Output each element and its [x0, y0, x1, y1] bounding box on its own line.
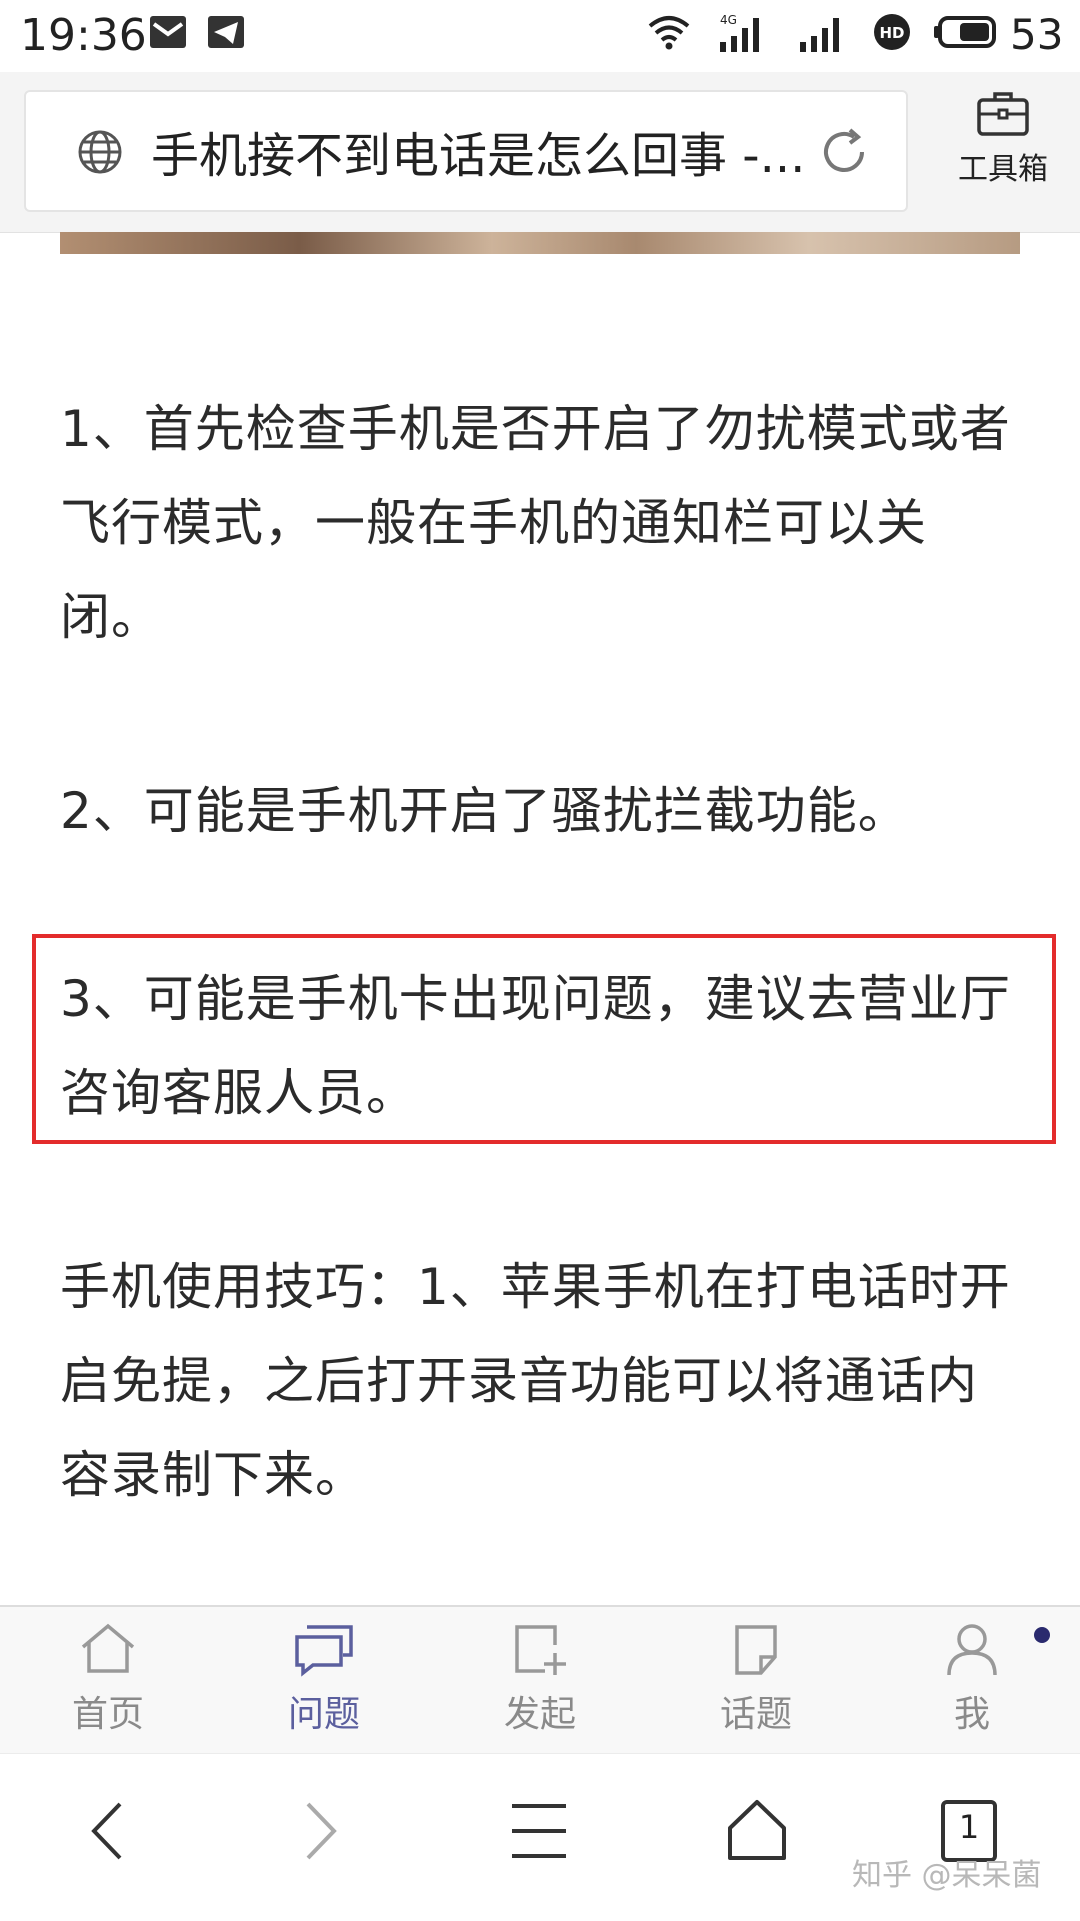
forward-icon[interactable]	[296, 1796, 346, 1870]
4g-signal-icon: 4G	[716, 12, 768, 58]
tab-questions[interactable]: 问题	[254, 1621, 394, 1737]
svg-text:HD: HD	[879, 24, 904, 42]
topic-icon	[725, 1625, 787, 1681]
tab-topics-label: 话题	[719, 1694, 792, 1735]
tab-home-label: 首页	[71, 1694, 144, 1735]
back-icon[interactable]	[82, 1796, 132, 1870]
svg-text:4G: 4G	[720, 13, 737, 27]
tab-count: 1	[958, 1808, 980, 1846]
article-paragraph-2: 2、可能是手机开启了骚扰拦截功能。	[60, 782, 909, 840]
article-image	[60, 232, 1020, 254]
question-chat-icon	[291, 1625, 357, 1681]
toolbox-icon	[975, 92, 1031, 142]
tab-bar: 首页 问题 发起 话题 我	[0, 1605, 1080, 1755]
compose-icon	[509, 1625, 571, 1681]
url-bar[interactable]: 手机接不到电话是怎么回事 -...	[24, 90, 908, 212]
tab-compose[interactable]: 发起	[470, 1621, 610, 1737]
page-title: 手机接不到电话是怎么回事 -...	[151, 128, 806, 184]
mail-icon	[148, 12, 188, 56]
status-bar: 19:36 4G HD 53	[0, 0, 1080, 72]
globe-icon	[76, 128, 124, 180]
browser-url-area: 手机接不到电话是怎么回事 -... 工具箱	[0, 72, 1080, 233]
profile-icon	[941, 1624, 1003, 1681]
refresh-icon[interactable]	[816, 124, 872, 184]
article-paragraph-3: 3、可能是手机卡出现问题，建议去营业厅咨询客服人员。	[60, 970, 1011, 1122]
browser-nav-bar: 1	[0, 1753, 1080, 1921]
battery-level: 53	[1010, 10, 1064, 59]
toolbox-label: 工具箱	[958, 152, 1048, 187]
article-paragraph-4: 手机使用技巧：1、苹果手机在打电话时开启免提，之后打开录音功能可以将通话内容录制…	[60, 1258, 1011, 1504]
tab-profile-label: 我	[953, 1694, 990, 1735]
tab-questions-label: 问题	[287, 1694, 360, 1735]
hd-icon: HD	[872, 12, 912, 56]
home-icon	[77, 1623, 139, 1681]
wifi-icon	[646, 12, 692, 56]
tab-topics[interactable]: 话题	[686, 1621, 826, 1737]
watermark: 知乎 @呆呆菌	[852, 1858, 1042, 1893]
telegram-icon	[206, 12, 246, 56]
battery-icon	[932, 12, 1002, 56]
notification-dot	[1034, 1627, 1050, 1643]
toolbox-button[interactable]: 工具箱	[948, 88, 1058, 188]
signal-icon	[796, 12, 846, 58]
status-time: 19:36	[20, 10, 147, 61]
tab-profile[interactable]: 我	[902, 1621, 1042, 1737]
tab-compose-label: 发起	[503, 1694, 576, 1735]
tab-home[interactable]: 首页	[38, 1621, 178, 1737]
article-paragraph-1: 1、首先检查手机是否开启了勿扰模式或者飞行模式，一般在手机的通知栏可以关闭。	[60, 400, 1011, 646]
browser-home-icon[interactable]	[724, 1796, 790, 1870]
menu-icon[interactable]	[508, 1796, 570, 1870]
